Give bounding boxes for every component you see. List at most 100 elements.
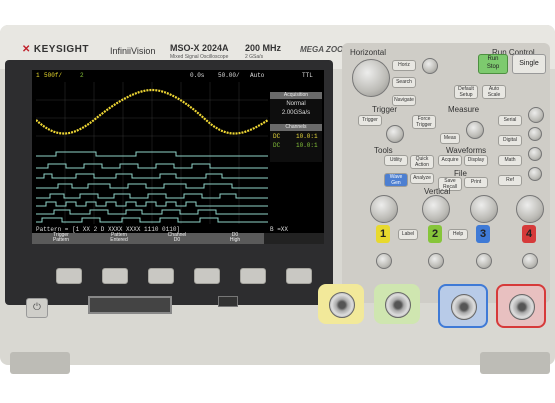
status-bar: 1 500f/ 2 0.0s 50.00/ Auto TTL [32,70,324,81]
ch3-bnc [451,294,477,320]
horizontal-position-knob[interactable] [422,58,438,74]
auto-scale-button[interactable]: Auto Scale [482,85,506,99]
trigger-mode: Auto [250,72,265,79]
force-trigger-button[interactable]: Force Trigger [412,115,436,129]
softkey-pattern[interactable]: Pattern Entered [90,233,149,244]
math-button[interactable]: Math [498,155,522,166]
wave-gen-button[interactable]: Wave Gen [384,173,408,187]
softkey-button-2[interactable] [102,268,128,284]
channel-row-2-value: 10.0:1 [296,142,318,149]
digital-knob[interactable] [528,127,542,141]
channel-row-1-value: 10.0:1 [296,133,318,140]
ch2-scale-knob[interactable] [422,195,450,223]
ch3-input[interactable] [438,284,488,328]
measure-label: Measure [448,105,480,114]
series-name: InfiniiVision [110,46,156,56]
ch3-position-knob[interactable] [476,253,492,269]
right-foot [480,352,550,374]
trigger-label: Trigger [372,105,398,114]
serial-button[interactable]: Serial [498,115,522,126]
time-scale: 50.00/ [218,72,240,79]
digital-button[interactable]: Digital [498,135,522,146]
ch2-button[interactable]: 2 [428,225,442,243]
time-position: 0.0s [190,72,205,79]
bandwidth: 200 MHz [245,43,282,53]
left-foot [10,352,70,374]
softkey-row [32,268,324,284]
channels-title: Channels [270,124,322,131]
power-icon[interactable]: ⏻ [26,298,48,318]
ref-knob[interactable] [528,167,542,181]
channel-row-2-label: DC [273,142,281,149]
run-stop-button[interactable]: Run Stop [478,54,508,74]
ch4-position-knob[interactable] [522,253,538,269]
model-name: MSO-X 2024A [170,43,229,53]
utility-button[interactable]: Utility [384,155,408,166]
ch1-input[interactable] [318,284,364,324]
softkey-button-4[interactable] [194,268,220,284]
trigger-button[interactable]: Trigger [358,115,382,126]
softkey-button-6[interactable] [286,268,312,284]
acquisition-rate: 2.00GSa/s [281,110,311,116]
digital-probe-port [88,296,172,314]
ch3-button[interactable]: 3 [476,225,490,243]
softkey-d0-bottom: High [229,237,241,243]
softkey-button-5[interactable] [240,268,266,284]
ch1-position-knob[interactable] [376,253,392,269]
search-button[interactable]: Search [392,77,416,88]
waveforms-label: Waveforms [446,146,487,155]
print-button[interactable]: Print [464,177,488,188]
ch1-button[interactable]: 1 [376,225,390,243]
softkey-pattern-bottom: Entered [110,237,128,243]
math-knob[interactable] [528,147,542,161]
softkey-trigger[interactable]: Trigger Pattern [32,233,91,244]
ch2-input[interactable] [374,284,420,324]
ch4-scale-knob[interactable] [516,195,544,223]
acquisition-mode: Normal [286,101,306,107]
softkey-menu: Trigger Pattern Pattern Entered Channel D0 … [32,233,324,244]
ch1-scale: 500f/ [44,72,63,79]
horizontal-label: Horizontal [350,48,387,57]
acquire-button[interactable]: Acquire [438,155,462,166]
acquisition-title: Acquisition [270,92,322,99]
horizontal-scale-knob[interactable] [352,59,390,97]
cursors-knob[interactable] [466,121,484,139]
control-panel: Horizontal Run Control Horiz Search Navi… [342,43,550,303]
meas-button[interactable]: Meas [440,133,460,144]
softkey-button-3[interactable] [148,268,174,284]
trigger-level-knob[interactable] [386,125,404,143]
ch2-position-knob[interactable] [428,253,444,269]
ch1-indicator: 1 [36,72,40,79]
ref-button[interactable]: Ref [498,175,522,186]
label-button[interactable]: Label [398,229,418,240]
default-setup-button[interactable]: Default Setup [454,85,478,99]
ch3-scale-knob[interactable] [470,195,498,223]
ch4-input[interactable] [496,284,546,328]
acquisition-panel: Acquisition Normal 2.00GSa/s Channels DC… [270,92,322,162]
display-button[interactable]: Display [464,155,488,166]
single-button[interactable]: Single [512,54,546,74]
ch2-indicator: 2 [80,72,84,79]
quick-action-button[interactable]: Quick Action [410,155,434,169]
brand-logo: ✕ KEYSIGHT [22,44,90,55]
help-button[interactable]: Help [448,229,468,240]
ch2-bnc [385,292,411,318]
ch1-scale-knob[interactable] [370,195,398,223]
channel-row-1-label: DC [273,133,281,140]
softkey-trigger-bottom: Pattern [52,237,70,243]
softkey-d0[interactable]: D0 High [206,233,265,244]
horiz-button[interactable]: Horiz [392,60,416,71]
softkey-button-1[interactable] [56,268,82,284]
ch4-button[interactable]: 4 [522,225,536,243]
tools-label: Tools [374,146,393,155]
analyze-button[interactable]: Analyze [410,173,434,184]
ch4-bnc [509,294,535,320]
ch1-bnc [329,292,355,318]
softkey-channel[interactable]: Channel D0 [148,233,207,244]
waveform-grid [36,82,268,224]
usb-icon [218,296,238,307]
softkey-channel-bottom: D0 [173,237,181,243]
trigger-level: TTL [302,72,313,79]
entry-knob[interactable] [528,107,544,123]
pattern-bus: B =XX [270,226,289,233]
